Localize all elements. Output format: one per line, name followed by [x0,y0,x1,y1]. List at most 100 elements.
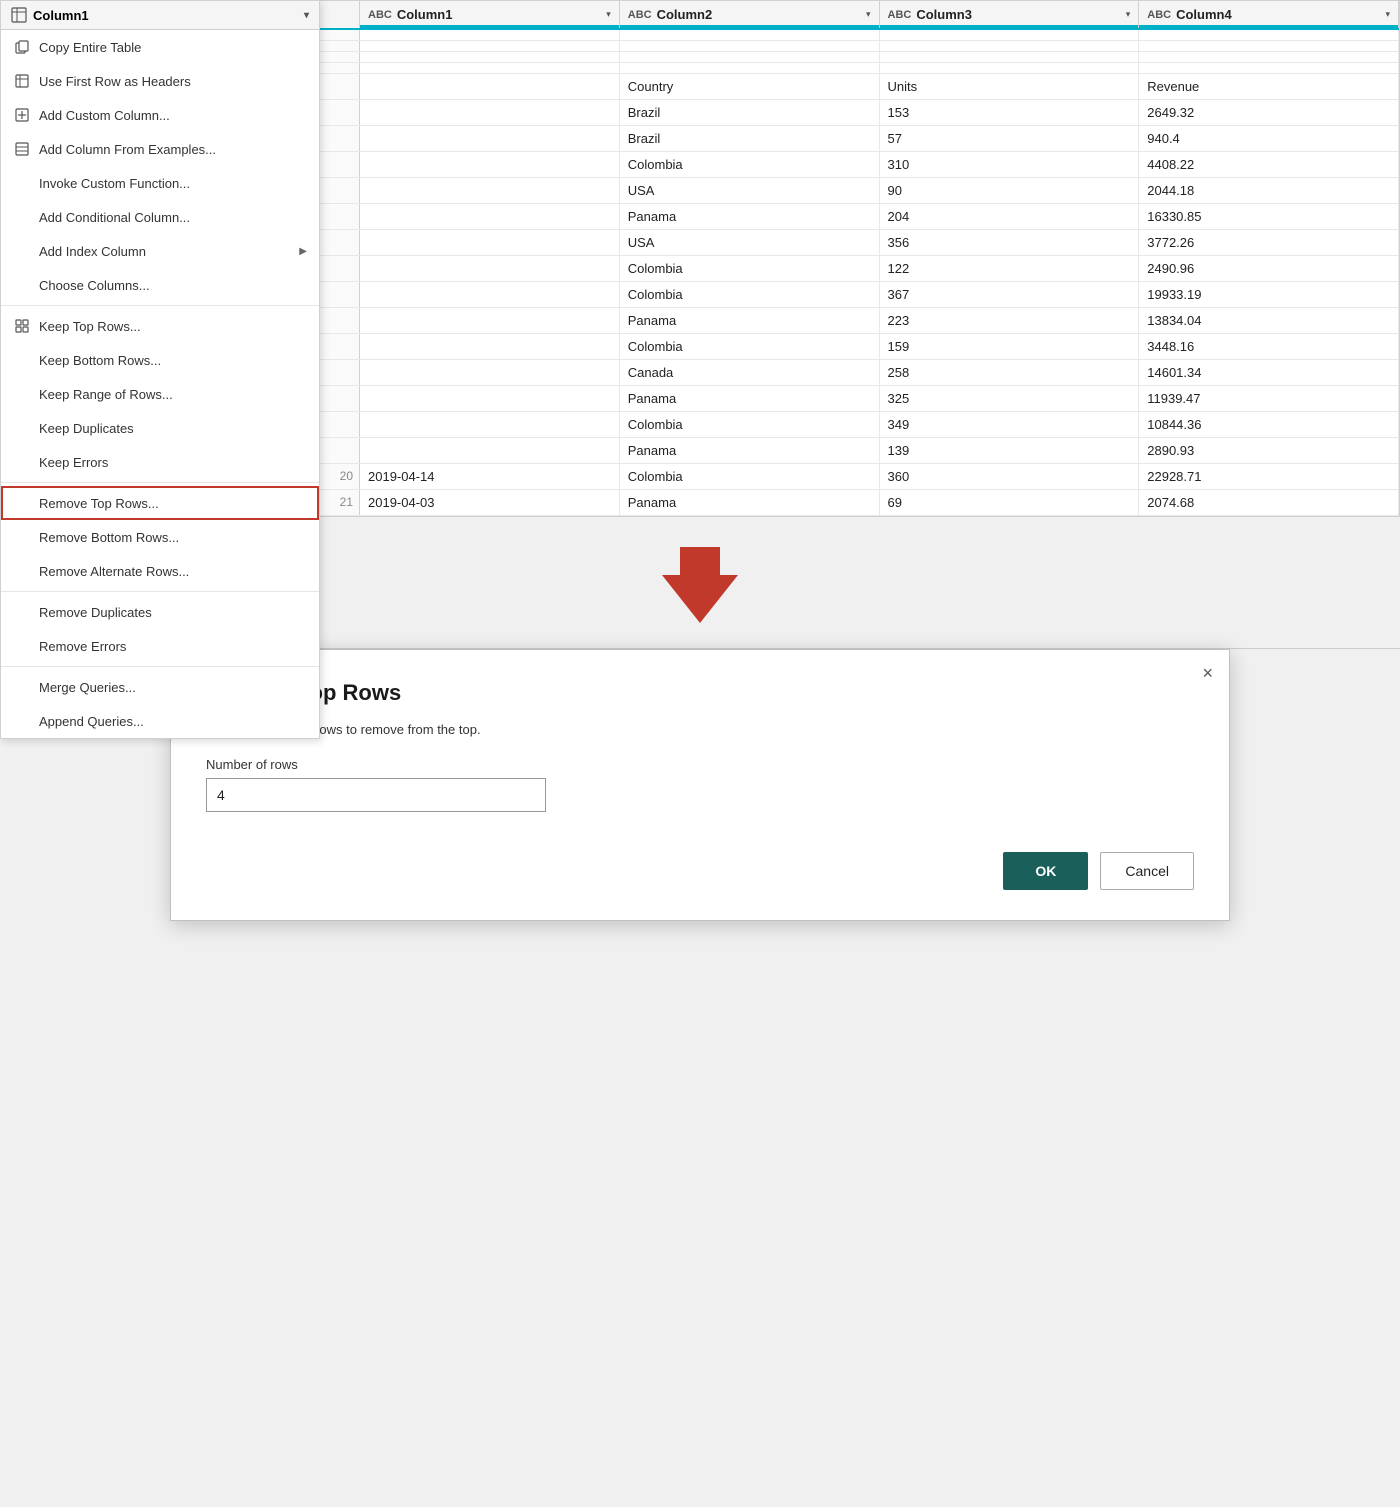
col-header-2[interactable]: ABC Column2 ▾ [620,1,880,28]
cell-col1: 2019-04-03 [360,490,620,515]
keep-range-rows-icon-spacer [11,384,33,404]
menu-item-keep-top-rows[interactable]: Keep Top Rows... [1,309,319,343]
table-row: 202019-04-14Colombia36022928.71 [320,464,1399,490]
number-of-rows-input[interactable] [206,778,546,812]
add-index-col-submenu-arrow: ▶ [299,246,307,257]
table-row: Colombia36719933.19 [320,282,1399,308]
menu-item-merge-queries[interactable]: Merge Queries... [1,670,319,704]
choose-columns-label: Choose Columns... [39,278,150,293]
cell-col2: Brazil [620,126,880,151]
menu-item-remove-errors[interactable]: Remove Errors [1,629,319,663]
row-num-header [320,1,360,28]
cell-col2: Panama [620,204,880,229]
col4-dropdown-icon[interactable]: ▾ [1385,9,1390,20]
cell-col3: 223 [880,308,1140,333]
row-number [320,204,360,229]
ok-button[interactable]: OK [1003,852,1088,890]
context-menu[interactable]: Column1 ▾ Copy Entire TableUse First Row… [0,0,320,739]
cell-col2: Brazil [620,100,880,125]
table-row: Canada25814601.34 [320,360,1399,386]
table-row: USA3563772.26 [320,230,1399,256]
menu-item-append-queries[interactable]: Append Queries... [1,704,319,738]
menu-item-keep-duplicates[interactable]: Keep Duplicates [1,411,319,445]
col-header-4[interactable]: ABC Column4 ▾ [1139,1,1399,28]
row-number [320,126,360,151]
cell-col2: USA [620,230,880,255]
menu-item-keep-errors[interactable]: Keep Errors [1,445,319,479]
add-index-col-icon-spacer [11,241,33,261]
col2-dropdown-icon[interactable]: ▾ [866,9,871,20]
cell-col3: 159 [880,334,1140,359]
row-number [320,256,360,281]
row-number: 21 [320,490,360,515]
col1-dropdown-icon[interactable]: ▾ [606,9,611,20]
cancel-button[interactable]: Cancel [1100,852,1194,890]
keep-range-rows-label: Keep Range of Rows... [39,387,173,402]
table-row: 212019-04-03Panama692074.68 [320,490,1399,516]
remove-top-rows-dialog: × Remove Top Rows Specify how many rows … [170,649,1230,921]
add-custom-col-label: Add Custom Column... [39,108,170,123]
menu-item-add-custom-col[interactable]: Add Custom Column... [1,98,319,132]
remove-alternate-rows-icon-spacer [11,561,33,581]
cell-col2: Country [620,74,880,99]
table-row: Panama22313834.04 [320,308,1399,334]
menu-divider [1,666,319,667]
col3-dropdown-icon[interactable]: ▾ [1126,9,1131,20]
col-header-1[interactable]: ABC Column1 ▾ [360,1,620,28]
column-icon [11,7,27,23]
add-conditional-col-icon-spacer [11,207,33,227]
cell-col4: 11939.47 [1139,386,1399,411]
row-number [320,308,360,333]
menu-item-choose-columns[interactable]: Choose Columns... [1,268,319,302]
row-number [320,282,360,307]
row-number [320,100,360,125]
menu-item-add-col-examples[interactable]: Add Column From Examples... [1,132,319,166]
menu-item-invoke-custom-fn[interactable]: Invoke Custom Function... [1,166,319,200]
menu-item-use-first-row[interactable]: Use First Row as Headers [1,64,319,98]
menu-item-remove-bottom-rows[interactable]: Remove Bottom Rows... [1,520,319,554]
table-row: Panama1392890.93 [320,438,1399,464]
cell-col4: 22928.71 [1139,464,1399,489]
row-number [320,412,360,437]
col2-type: ABC [628,9,652,21]
cell-col1 [360,100,620,125]
cell-col3: 367 [880,282,1140,307]
cell-col3 [880,52,1140,62]
cell-col3: 325 [880,386,1140,411]
col2-name: Column2 [657,7,713,22]
col-header-3[interactable]: ABC Column3 ▾ [880,1,1140,28]
menu-item-add-conditional-col[interactable]: Add Conditional Column... [1,200,319,234]
dropdown-arrow-icon[interactable]: ▾ [304,10,309,21]
remove-duplicates-icon-spacer [11,602,33,622]
dialog-close-button[interactable]: × [1202,664,1213,682]
menu-item-remove-top-rows[interactable]: Remove Top Rows... [1,486,319,520]
menu-item-keep-bottom-rows[interactable]: Keep Bottom Rows... [1,343,319,377]
row-number [320,152,360,177]
cell-col2 [620,30,880,40]
cell-col4 [1139,63,1399,73]
row-number [320,74,360,99]
cell-col1 [360,282,620,307]
cell-col2: Panama [620,490,880,515]
cell-col4: 19933.19 [1139,282,1399,307]
menu-item-add-index-col[interactable]: Add Index Column▶ [1,234,319,268]
col3-name: Column3 [916,7,972,22]
cell-col4 [1139,52,1399,62]
cell-col4: 2490.96 [1139,256,1399,281]
row-number [320,360,360,385]
choose-columns-icon-spacer [11,275,33,295]
table-row [320,63,1399,74]
menu-item-copy-table[interactable]: Copy Entire Table [1,30,319,64]
cell-col3: 139 [880,438,1140,463]
menu-item-remove-alternate-rows[interactable]: Remove Alternate Rows... [1,554,319,588]
cell-col4: 3448.16 [1139,334,1399,359]
menu-item-remove-duplicates[interactable]: Remove Duplicates [1,595,319,629]
remove-errors-icon-spacer [11,636,33,656]
row-number [320,63,360,73]
cell-col1 [360,412,620,437]
cell-col4: 4408.22 [1139,152,1399,177]
table-row: Colombia1222490.96 [320,256,1399,282]
keep-top-rows-label: Keep Top Rows... [39,319,141,334]
menu-item-keep-range-rows[interactable]: Keep Range of Rows... [1,377,319,411]
row-number: 20 [320,464,360,489]
